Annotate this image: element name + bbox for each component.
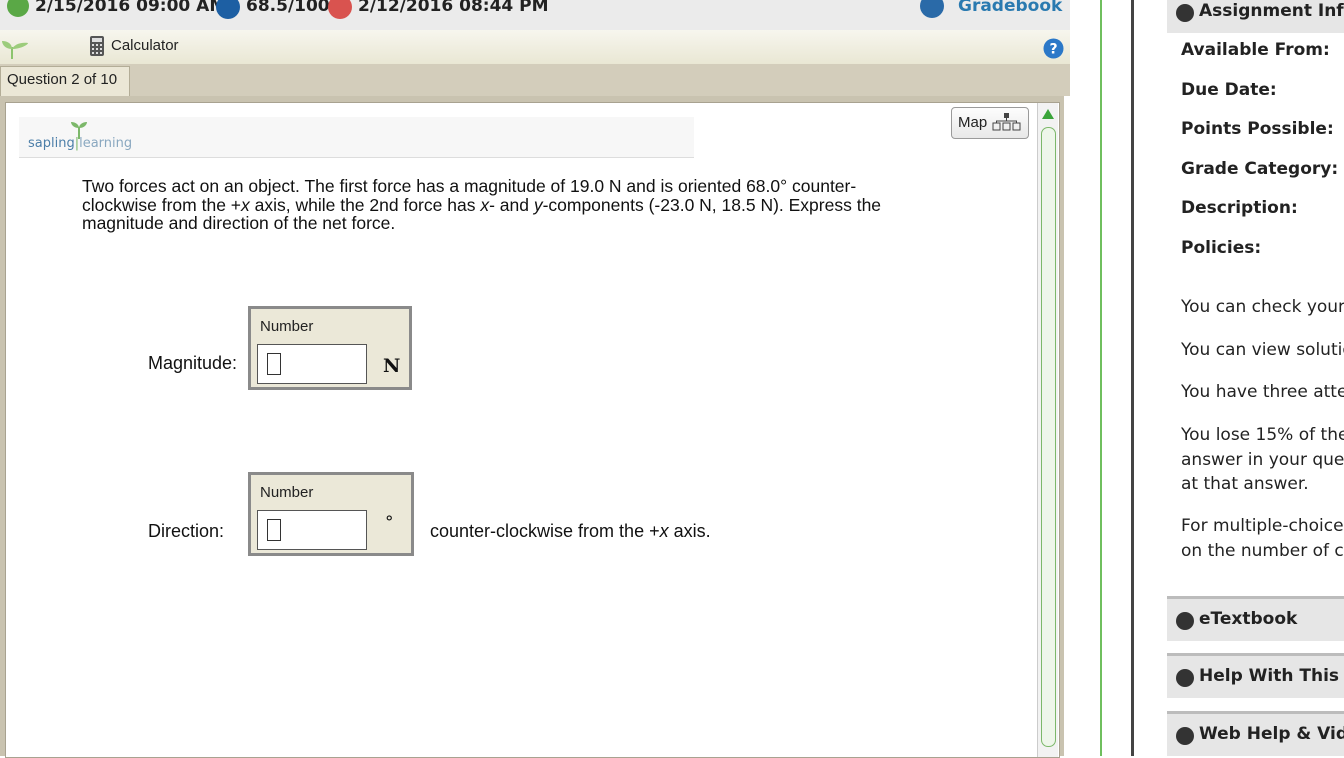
policy-line: You can check your (1181, 297, 1344, 317)
score-text: 68.5/100 (246, 0, 330, 16)
tab-question[interactable]: Question 2 of 10 (0, 66, 131, 97)
score-icon (216, 0, 240, 19)
panel-divider (1100, 0, 1102, 756)
assignment-info-panel: Assignment Info Available From: Due Date… (1131, 0, 1344, 756)
gradebook-icon[interactable] (920, 0, 944, 18)
magnitude-answer-box: Number N (248, 306, 412, 390)
map-icon (992, 113, 1021, 131)
sapling-logo: sapling|learning (28, 136, 133, 151)
collapse-icon (1176, 4, 1194, 22)
expand-icon (1176, 727, 1194, 745)
question-text: Two forces act on an object. The first f… (82, 177, 962, 233)
direction-unit: ° (385, 513, 394, 533)
tab-strip: Question 2 of 10 (0, 64, 1070, 97)
svg-text:?: ? (1049, 42, 1057, 58)
policy-line: You have three atte (1181, 382, 1344, 402)
etextbook-section[interactable]: eTextbook (1167, 596, 1344, 641)
available-from-label: Available From: (1181, 40, 1330, 60)
assignment-info-header[interactable]: Assignment Info (1167, 0, 1344, 33)
logo-text-left: sapling (28, 136, 75, 151)
direction-suffix: counter-clockwise from the +x axis. (430, 521, 711, 541)
calculator-button[interactable]: Calculator (111, 37, 179, 54)
policy-line: For multiple-choice (1181, 516, 1344, 536)
policy-line: on the number of cl (1181, 541, 1344, 561)
expand-icon (1176, 669, 1194, 687)
map-button[interactable]: Map (951, 107, 1029, 139)
sapling-header: sapling|learning (19, 117, 694, 158)
due-date-text: 2/15/2016 09:00 AM (35, 0, 227, 16)
status-bar: 2/15/2016 09:00 AM 68.5/100 2/12/2016 08… (0, 0, 1070, 30)
web-help-section[interactable]: Web Help & Vide (1167, 711, 1344, 756)
question-line-1: Two forces act on an object. The first f… (82, 176, 857, 196)
help-icon[interactable]: ? (1043, 38, 1064, 59)
policy-line: You can view solutio (1181, 340, 1344, 360)
help-topic-section[interactable]: Help With This To (1167, 653, 1344, 698)
scroll-thumb[interactable] (1041, 127, 1056, 747)
policies-label: Policies: (1181, 238, 1262, 258)
magnitude-input[interactable] (257, 344, 367, 384)
magnitude-label: Magnitude: (148, 353, 238, 373)
grade-category-label: Grade Category: (1181, 159, 1339, 179)
toolbar: Calculator ? (0, 30, 1070, 65)
magnitude-caption: Number (260, 318, 314, 335)
due-date-label: Due Date: (1181, 80, 1277, 100)
clock-icon (7, 0, 29, 17)
description-label: Description: (1181, 198, 1298, 218)
magnitude-unit: N (383, 355, 401, 377)
calculator-icon[interactable] (89, 35, 105, 57)
scroll-up-arrow-icon[interactable] (1042, 109, 1054, 119)
late-icon (328, 0, 352, 19)
logo-text-right: learning (79, 136, 133, 151)
scrollbar[interactable] (1037, 103, 1058, 757)
expand-icon (1176, 612, 1194, 630)
question-frame: sapling|learning Map Two forces act on a… (0, 96, 1064, 758)
sprout-icon (2, 41, 28, 59)
policy-line: answer in your que (1181, 450, 1344, 470)
points-possible-label: Points Possible: (1181, 119, 1334, 139)
question-panel: sapling|learning Map Two forces act on a… (5, 102, 1060, 758)
direction-input[interactable] (257, 510, 367, 550)
last-submission-text: 2/12/2016 08:44 PM (358, 0, 549, 16)
policy-line: at that answer. (1181, 474, 1309, 494)
direction-answer-box: Number ° (248, 472, 414, 556)
question-line-2: clockwise from the +x axis, while the 2n… (82, 194, 882, 215)
direction-caption: Number (260, 484, 314, 501)
gradebook-link[interactable]: Gradebook (958, 0, 1062, 16)
map-label: Map (958, 114, 988, 131)
policy-line: You lose 15% of the (1181, 425, 1344, 445)
direction-label: Direction: (148, 521, 225, 541)
question-line-3: magnitude and direction of the net force… (82, 213, 396, 233)
